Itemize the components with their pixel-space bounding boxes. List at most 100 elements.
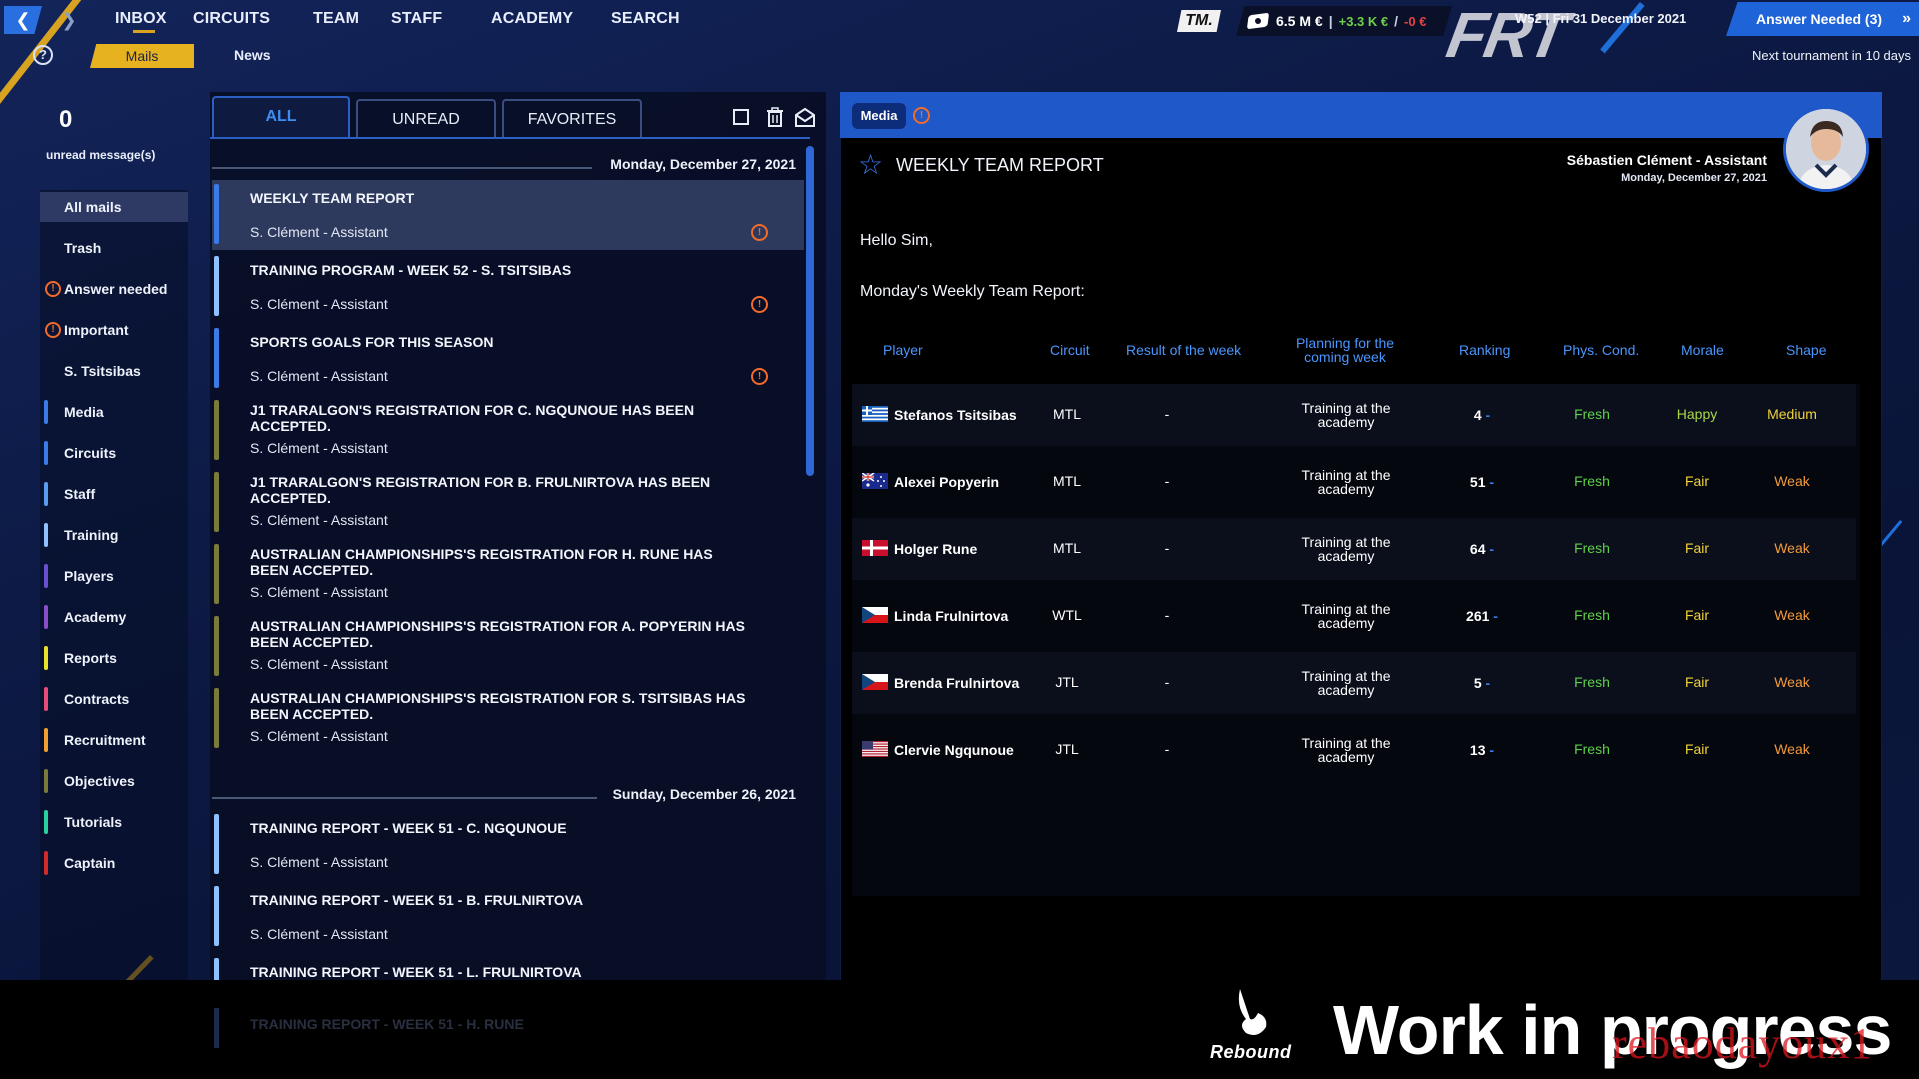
mail-subject: AUSTRALIAN CHAMPIONSHIPS'S REGISTRATION … xyxy=(250,618,745,650)
category-color-bar xyxy=(44,564,48,588)
mark-read-envelope-icon[interactable] xyxy=(794,106,816,128)
ranking-cell: 261 - xyxy=(1452,609,1512,623)
sidebar-item-label: Objectives xyxy=(64,773,135,789)
sidebar-item-label: Captain xyxy=(64,855,116,871)
sidebar-item-label: Recruitment xyxy=(64,732,146,748)
sidebar-item-recruitment[interactable]: Recruitment xyxy=(40,725,188,755)
table-row[interactable]: Brenda Frulnirtova JTL - Fresh Fair Weak Train… xyxy=(852,652,1856,714)
sidebar-item-label: Academy xyxy=(64,609,127,625)
player-name[interactable]: Clervie Ngqunoue xyxy=(894,742,1014,758)
sidebar-item-all-mails[interactable]: All mails xyxy=(40,192,188,222)
mail-item[interactable]: SPORTS GOALS FOR THIS SEASON S. Clément -… xyxy=(212,324,804,394)
player-name[interactable]: Alexei Popyerin xyxy=(894,474,999,490)
select-all-checkbox[interactable] xyxy=(733,109,749,125)
sidebar-item-academy[interactable]: Academy xyxy=(40,602,188,632)
sidebar-item-captain[interactable]: Captain xyxy=(40,848,188,878)
mail-sender: Sébastien Clément - Assistant xyxy=(1566,152,1767,168)
col-header-morale: Morale xyxy=(1681,342,1724,358)
nav-team[interactable]: TEAM xyxy=(313,8,391,34)
nav-search[interactable]: SEARCH xyxy=(611,8,701,34)
subtab-news[interactable]: News xyxy=(234,47,271,63)
sidebar-item-contracts[interactable]: Contracts xyxy=(40,684,188,714)
mail-subject: TRAINING REPORT - WEEK 51 - C. NGQUNOUE xyxy=(250,820,567,836)
ranking-cell: 13 - xyxy=(1452,743,1512,757)
mail-subject: SPORTS GOALS FOR THIS SEASON xyxy=(250,334,494,350)
category-color-bar xyxy=(44,605,48,629)
ranking-cell: 5 - xyxy=(1452,676,1512,690)
mail-subject: J1 TRARALGON'S REGISTRATION FOR B. FRULN… xyxy=(250,474,711,506)
sidebar-item-staff[interactable]: Staff xyxy=(40,479,188,509)
mail-item[interactable]: J1 TRARALGON'S REGISTRATION FOR C. NGQUN… xyxy=(212,396,804,466)
forward-arrow-icon[interactable]: ❯ xyxy=(50,6,88,34)
top-bar: ❮ ❯ INBOX CIRCUITS TEAM STAFF ACADEMY SEARCH … xyxy=(0,0,1919,70)
planning-cell: Training at the academy xyxy=(1301,668,1391,698)
answer-needed-button[interactable]: Answer Needed (3) » xyxy=(1726,2,1919,36)
mail-item[interactable]: WEEKLY TEAM REPORT S. Clément - Assistant… xyxy=(212,180,804,250)
category-color-bar xyxy=(44,441,48,465)
sidebar-item-s-tsitsibas[interactable]: S. Tsitsibas xyxy=(40,356,188,386)
warning-icon: ! xyxy=(751,224,768,241)
result-cell: - xyxy=(1164,741,1170,757)
mail-accent xyxy=(214,472,219,532)
tab-unread[interactable]: UNREAD xyxy=(356,99,496,137)
unread-count: 0 xyxy=(59,106,73,133)
separator-date: Monday, December 27, 2021 xyxy=(610,156,796,172)
nav-academy[interactable]: ACADEMY xyxy=(491,8,611,34)
col-header-ranking: Ranking xyxy=(1459,342,1511,358)
mail-item[interactable]: TRAINING PROGRAM - WEEK 52 - S. TSITSIBA… xyxy=(212,252,804,322)
mail-item[interactable]: AUSTRALIAN CHAMPIONSHIPS'S REGISTRATION … xyxy=(212,612,804,682)
sidebar-item-training[interactable]: Training xyxy=(40,520,188,550)
sidebar-item-important[interactable]: ! Important xyxy=(40,315,188,345)
sidebar-item-tutorials[interactable]: Tutorials xyxy=(40,807,188,837)
table-row[interactable]: Clervie Ngqunoue JTL - Fresh Fair Weak Trainin… xyxy=(852,719,1856,781)
sidebar-item-objectives[interactable]: Objectives xyxy=(40,766,188,796)
trash-icon[interactable] xyxy=(764,106,786,128)
col-header-circuit: Circuit xyxy=(1050,342,1090,358)
planning-cell: Training at the academy xyxy=(1301,601,1391,631)
double-chevron-right-icon: » xyxy=(1902,10,1911,27)
tab-favorites[interactable]: FAVORITES xyxy=(502,99,642,137)
mail-item[interactable]: TRAINING REPORT - WEEK 51 - B. FRULNIRTO… xyxy=(212,882,804,952)
ranking-value: 51 xyxy=(1469,474,1486,490)
mail-item[interactable]: J1 TRARALGON'S REGISTRATION FOR B. FRULN… xyxy=(212,468,804,538)
player-name[interactable]: Holger Rune xyxy=(894,541,977,557)
mail-subject: TRAINING PROGRAM - WEEK 52 - S. TSITSIBA… xyxy=(250,262,572,278)
mail-subject: TRAINING REPORT - WEEK 51 - L. FRULNIRTO… xyxy=(250,964,582,980)
sidebar-item-players[interactable]: Players xyxy=(40,561,188,591)
mail-list-scrollbar[interactable] xyxy=(806,146,814,476)
sidebar-item-label: Reports xyxy=(64,650,117,666)
phys-cond-cell: Fresh xyxy=(1574,607,1610,623)
player-name[interactable]: Brenda Frulnirtova xyxy=(894,675,1019,691)
result-cell: - xyxy=(1164,540,1170,556)
subtab-mails[interactable]: Mails xyxy=(90,44,194,68)
mail-item[interactable]: TRAINING REPORT - WEEK 51 - C. NGQUNOUE S… xyxy=(212,810,804,880)
mail-item[interactable]: AUSTRALIAN CHAMPIONSHIPS'S REGISTRATION … xyxy=(212,684,804,754)
table-row[interactable]: Linda Frulnirtova WTL - Fresh Fair Weak Traini… xyxy=(852,585,1856,647)
sidebar-item-circuits[interactable]: Circuits xyxy=(40,438,188,468)
sidebar-item-trash[interactable]: Trash xyxy=(40,233,188,263)
nav-circuits[interactable]: CIRCUITS xyxy=(193,8,313,34)
category-color-bar xyxy=(44,769,48,793)
nav-inbox[interactable]: INBOX xyxy=(115,8,193,34)
back-arrow-icon[interactable]: ❮ xyxy=(4,6,42,34)
nav-staff[interactable]: STAFF xyxy=(391,8,491,34)
table-row[interactable]: Holger Rune MTL - Fresh Fair Weak Training at … xyxy=(852,518,1856,580)
sidebar-item-media[interactable]: Media xyxy=(40,397,188,427)
mail-sender: S. Clément - Assistant xyxy=(250,512,388,528)
category-badge: Media xyxy=(852,103,906,129)
phys-cond-cell: Fresh xyxy=(1574,674,1610,690)
player-name[interactable]: Stefanos Tsitsibas xyxy=(894,407,1017,423)
table-row[interactable]: Alexei Popyerin MTL - Fresh Fair Weak Training… xyxy=(852,451,1856,513)
sidebar-item-answer-needed[interactable]: ! Answer needed xyxy=(40,274,188,304)
help-icon[interactable]: ? xyxy=(33,45,53,65)
mail-item[interactable]: AUSTRALIAN CHAMPIONSHIPS'S REGISTRATION … xyxy=(212,540,804,610)
tab-all[interactable]: ALL xyxy=(212,96,350,137)
finance-display[interactable]: 6.5 M € | +3.3 K € / -0 € xyxy=(1236,6,1452,36)
sidebar-item-label: Players xyxy=(64,568,114,584)
date-separator: Monday, December 27, 2021 xyxy=(212,156,796,176)
table-row[interactable]: Stefanos Tsitsibas MTL - Fresh Happy Medium Tr… xyxy=(852,384,1856,446)
sidebar-item-reports[interactable]: Reports xyxy=(40,643,188,673)
player-name[interactable]: Linda Frulnirtova xyxy=(894,608,1008,624)
favorite-star-icon[interactable]: ☆ xyxy=(858,148,883,181)
mail-accent xyxy=(214,814,219,874)
